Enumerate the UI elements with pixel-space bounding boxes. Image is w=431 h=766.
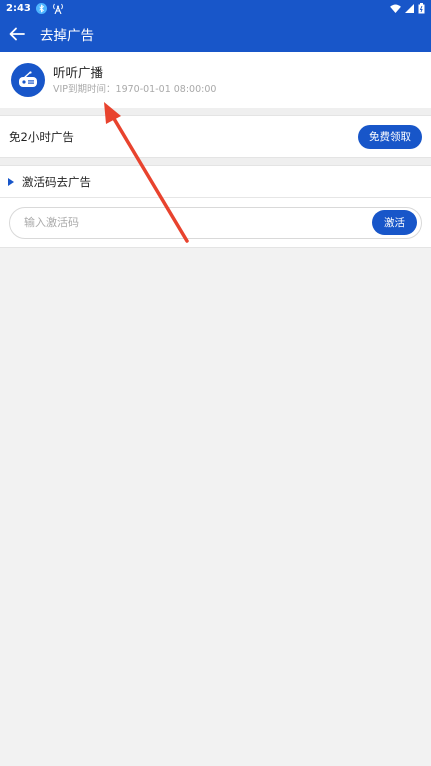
app-bar: 去掉广告 [0,16,431,52]
status-time: 2:43 [6,2,31,14]
free-ad-label: 免2小时广告 [9,129,74,144]
status-bar: 2:43 [0,0,431,16]
section-divider [0,108,431,116]
activate-button[interactable]: 激活 [372,210,417,235]
profile-card: 听听广播 VIP到期时间：1970-01-01 08:00:00 [0,52,431,108]
signal-icon [405,3,414,13]
activation-header-label: 激活码去广告 [22,174,91,189]
vip-expiry-text: VIP到期时间：1970-01-01 08:00:00 [53,83,217,95]
activation-input-box: 激活 [9,206,422,239]
claim-free-button[interactable]: 免费领取 [358,124,422,149]
section-divider [0,158,431,166]
triangle-right-icon [8,177,14,186]
battery-icon [418,2,425,14]
back-button[interactable] [0,16,34,52]
free-ad-row: 免2小时广告 免费领取 [0,116,431,158]
activation-code-input[interactable] [24,216,372,229]
arrow-left-icon [9,27,25,41]
app-name: 听听广播 [53,64,104,80]
activation-input-row: 激活 [0,198,431,248]
radio-icon [19,71,37,87]
antenna-icon [52,3,64,14]
activation-header[interactable]: 激活码去广告 [0,166,431,198]
wifi-icon [390,3,401,13]
bluetooth-icon [35,2,47,14]
app-avatar [11,63,45,97]
activation-section: 激活码去广告 激活 [0,166,431,248]
page-title: 去掉广告 [40,28,94,44]
